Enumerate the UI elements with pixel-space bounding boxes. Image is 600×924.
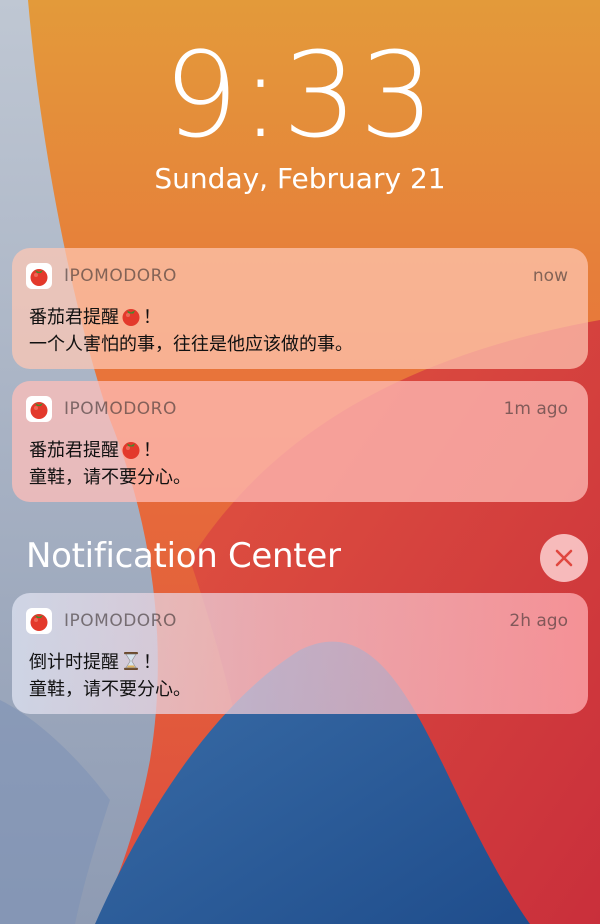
notification-title-text: 倒计时提醒 — [29, 652, 119, 673]
notification-card[interactable]: IPOMODORO now 番茄君提醒 ！ 一个人害怕的事，往往是他应该做的事。 — [12, 248, 588, 369]
lock-screen-date: Sunday, February 21 — [154, 162, 446, 195]
app-icon-tomato — [26, 396, 52, 422]
notification-title-suffix: ！ — [143, 307, 161, 328]
tomato-icon — [122, 309, 140, 326]
notification-app-name: IPOMODORO — [64, 266, 177, 286]
app-icon-tomato — [26, 263, 52, 289]
notification-time: 2h ago — [509, 611, 568, 631]
notification-time: 1m ago — [503, 399, 568, 419]
notification-app-name: IPOMODORO — [64, 399, 177, 419]
hourglass-icon — [124, 652, 138, 670]
notification-center-title: Notification Center — [26, 536, 341, 576]
notification-title: 番茄君提醒 ！ — [29, 304, 161, 328]
notification-card[interactable]: IPOMODORO 1m ago 番茄君提醒 ！ 童鞋，请不要分心。 — [12, 381, 588, 502]
notification-title-text: 番茄君提醒 — [29, 307, 119, 328]
close-notifications-button[interactable] — [540, 534, 588, 582]
notification-body: 童鞋，请不要分心。 — [29, 467, 191, 488]
close-icon — [555, 549, 573, 567]
notification-title: 倒计时提醒 ！ — [29, 649, 161, 673]
notification-time: now — [532, 266, 568, 286]
notification-title-text: 番茄君提醒 — [29, 440, 119, 461]
notification-card[interactable]: IPOMODORO 2h ago 倒计时提醒 ！ 童鞋，请不要分心。 — [12, 593, 588, 714]
notification-title-suffix: ！ — [143, 440, 161, 461]
app-icon-tomato — [26, 608, 52, 634]
notification-title: 番茄君提醒 ！ — [29, 437, 161, 461]
notification-app-name: IPOMODORO — [64, 611, 177, 631]
lock-screen-time: 9:33 — [163, 26, 437, 164]
notification-body: 童鞋，请不要分心。 — [29, 679, 191, 700]
notification-title-suffix: ！ — [143, 652, 161, 673]
tomato-icon — [122, 442, 140, 459]
notification-body: 一个人害怕的事，往往是他应该做的事。 — [29, 334, 353, 355]
